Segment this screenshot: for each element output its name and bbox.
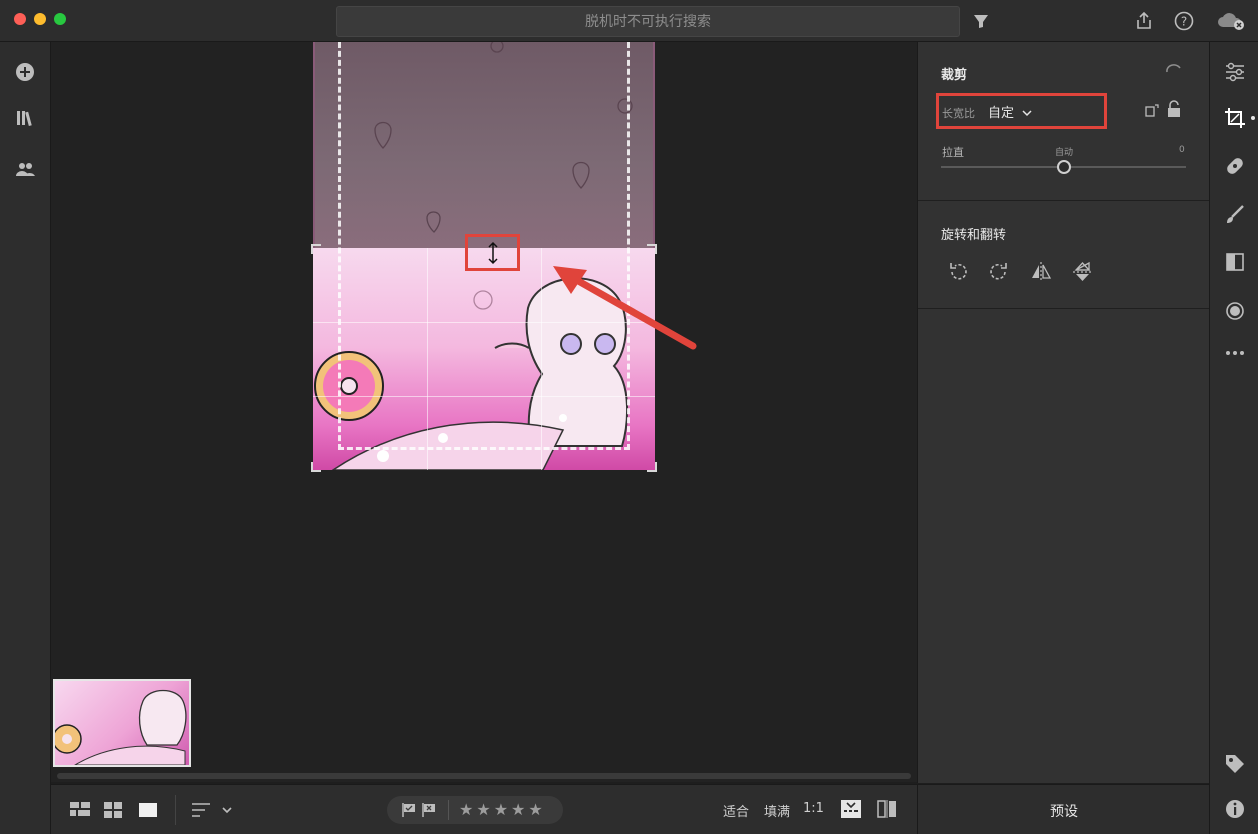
tool-rail <box>1209 42 1258 834</box>
crop-corner-handle[interactable] <box>311 462 321 472</box>
reset-crop-icon[interactable] <box>1163 62 1183 82</box>
bottom-toolbar: ★★★★★ 适合 填满 1:1 <box>51 784 917 834</box>
crop-corner-handle[interactable] <box>647 244 657 254</box>
grid-view-icon[interactable] <box>70 802 90 822</box>
tag-icon[interactable] <box>1223 752 1247 776</box>
flip-horizontal-icon[interactable] <box>1029 260 1053 284</box>
left-rail <box>0 42 51 834</box>
active-tool-indicator <box>1251 116 1255 120</box>
flag-rating-group: ★★★★★ <box>387 796 563 824</box>
heal-icon[interactable] <box>1223 154 1247 178</box>
radial-gradient-icon[interactable] <box>1223 299 1247 323</box>
search-input[interactable]: 脱机时不可执行搜索 <box>336 6 960 37</box>
pill-divider <box>448 800 449 820</box>
section-divider <box>918 200 1210 201</box>
zoom-fit-button[interactable]: 适合 <box>723 801 749 820</box>
straighten-label: 拉直 <box>942 146 964 159</box>
zoom-fill-button[interactable]: 填满 <box>764 801 790 820</box>
annotation-arrow <box>543 254 703 354</box>
lock-icon[interactable] <box>1166 100 1182 122</box>
add-photos-icon[interactable] <box>14 61 36 83</box>
cloud-status-icon[interactable] <box>1216 10 1246 32</box>
zoom-window-button[interactable] <box>54 13 66 25</box>
sliders-icon[interactable] <box>1223 60 1247 84</box>
crop-panel-title: 裁剪 <box>941 68 968 83</box>
star-rating[interactable]: ★★★★★ <box>459 800 546 819</box>
aspect-ratio-label: 长宽比 <box>942 107 975 120</box>
info-icon[interactable] <box>1223 797 1247 821</box>
share-icon[interactable] <box>1133 10 1155 32</box>
crop-corner-handle[interactable] <box>311 244 321 254</box>
square-grid-icon[interactable] <box>104 802 122 822</box>
close-window-button[interactable] <box>14 13 26 25</box>
photo-canvas[interactable] <box>51 42 917 782</box>
show-overlay-icon[interactable] <box>841 800 861 822</box>
rotate-panel-title: 旋转和翻转 <box>941 228 1007 243</box>
sort-icon[interactable] <box>192 802 232 822</box>
straighten-auto-button[interactable]: 自动 <box>1055 145 1073 158</box>
library-icon[interactable] <box>14 107 36 129</box>
detail-view-icon[interactable] <box>139 802 157 822</box>
chevron-down-icon <box>1022 110 1032 117</box>
people-icon[interactable] <box>14 158 36 180</box>
flip-vertical-icon[interactable] <box>1071 260 1095 284</box>
presets-bar[interactable]: 预设 <box>917 784 1209 834</box>
filmstrip <box>51 677 917 782</box>
minimize-window-button[interactable] <box>34 13 46 25</box>
flag-pick-icon[interactable] <box>401 802 417 822</box>
presets-button[interactable]: 预设 <box>918 801 1210 821</box>
rotate-right-icon[interactable] <box>987 260 1011 284</box>
flag-reject-icon[interactable] <box>421 802 437 822</box>
filmstrip-scrollbar[interactable] <box>57 773 911 779</box>
aspect-ratio-value: 自定 <box>988 106 1015 121</box>
compare-view-icon[interactable] <box>877 800 897 822</box>
svg-text:?: ? <box>1181 15 1187 29</box>
photo-thumbnail[interactable] <box>53 679 191 767</box>
crop-corner-handle[interactable] <box>647 462 657 472</box>
toolbar-divider <box>175 795 176 825</box>
help-icon[interactable]: ? <box>1173 10 1195 32</box>
aspect-ratio-dropdown[interactable]: 自定 <box>988 102 1032 121</box>
more-icon[interactable] <box>1223 341 1247 365</box>
filter-icon[interactable] <box>970 10 992 32</box>
orientation-toggle-icon[interactable] <box>1144 102 1160 122</box>
brush-icon[interactable] <box>1223 203 1247 227</box>
rotate-left-icon[interactable] <box>946 260 970 284</box>
straighten-value: 0 <box>1179 145 1185 155</box>
resize-vertical-icon[interactable] <box>487 241 499 265</box>
section-divider <box>918 308 1210 309</box>
zoom-1to1-button[interactable]: 1:1 <box>803 801 824 816</box>
linear-gradient-icon[interactable] <box>1223 250 1247 274</box>
straighten-slider-knob[interactable] <box>1056 160 1071 174</box>
crop-icon[interactable] <box>1223 106 1247 130</box>
edit-panel: 裁剪 长宽比 自定 拉直 自动 0 旋转和翻转 <box>917 42 1210 783</box>
title-bar: 脱机时不可执行搜索 ? <box>0 0 1258 42</box>
